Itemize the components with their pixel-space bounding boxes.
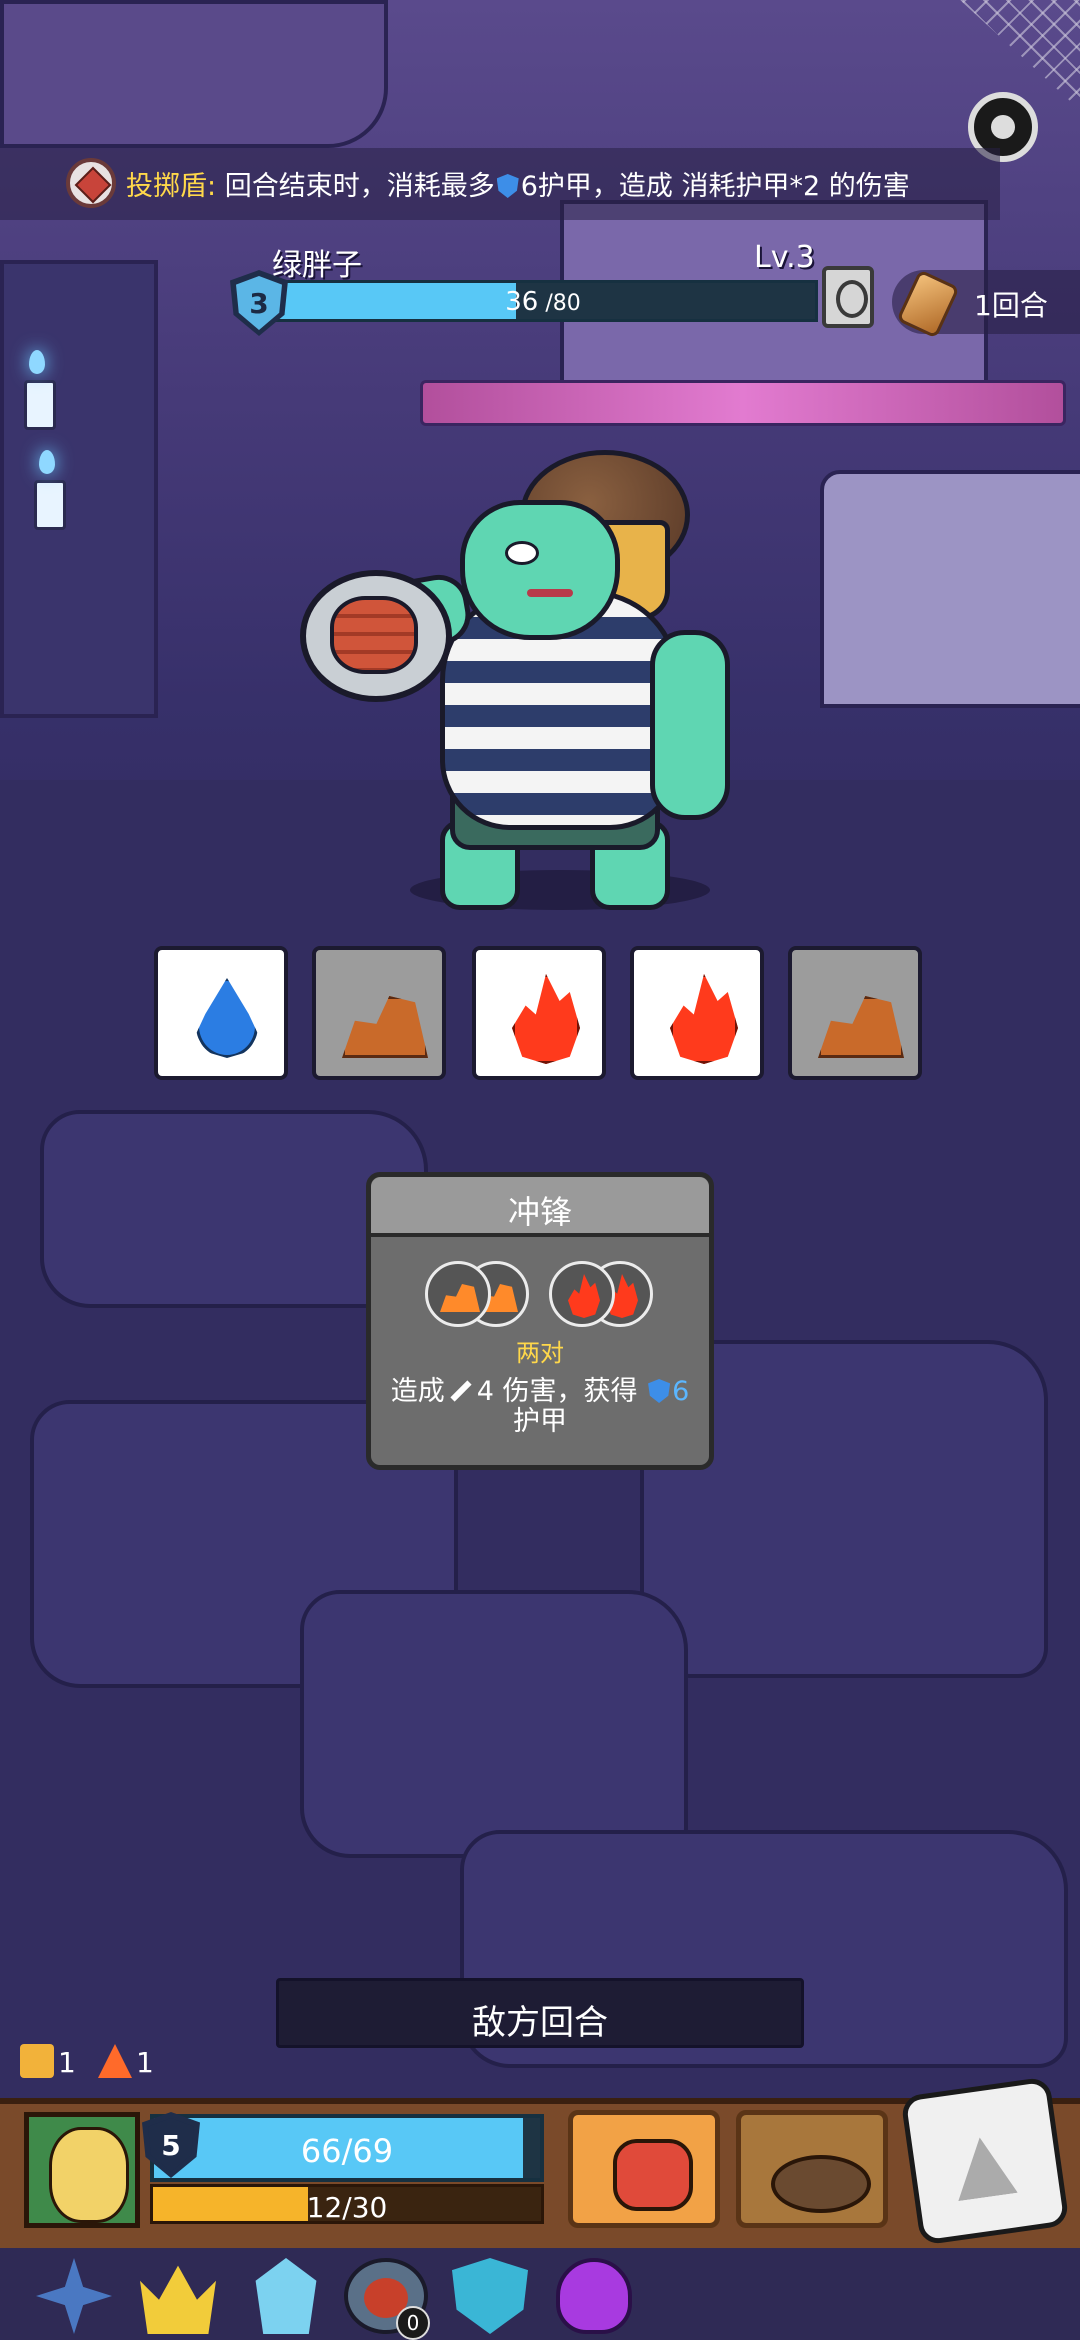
player-avatar[interactable] [24, 2112, 140, 2228]
player-armor-value: 5 [148, 2118, 194, 2172]
enemy-armor-value: 3 [236, 276, 282, 330]
player-hp-bar: 66/69 [150, 2114, 544, 2182]
background-rock [300, 1590, 688, 1858]
enemy-hp-current: 36 [505, 287, 539, 317]
enemy-level: Lv.3 [754, 240, 815, 275]
fire-pair [549, 1261, 659, 1329]
crate-count: 1 [58, 2046, 76, 2079]
enemy-name: 绿胖子 [272, 248, 362, 283]
earth-pair [425, 1261, 535, 1329]
skill-card-punch[interactable] [568, 2110, 720, 2228]
background-arch [0, 0, 388, 148]
intent-desc-mid: 伤害，获得 [493, 1376, 638, 1407]
enemy-die-fire [630, 946, 764, 1080]
enemy-die-earth [788, 946, 922, 1080]
background-pillar [0, 260, 158, 718]
enemy-ability-text: 投掷盾: 回合结束时，消耗最多 6护甲，造成 消耗护甲*2 的伤害 [126, 164, 910, 203]
enemy-die-water [154, 946, 288, 1080]
throw-shield-icon [66, 158, 116, 208]
ability-desc-before: 回合结束时，消耗最多 [216, 171, 495, 202]
intent-card-header: 冲锋 [371, 1177, 709, 1237]
intent-desc-prefix: 造成 [390, 1376, 445, 1407]
monster-head [460, 500, 620, 640]
armor-icon [648, 1379, 671, 1403]
ability-name: 投掷盾 [126, 171, 207, 202]
intent-damage: 4 [476, 1376, 494, 1407]
intent-card-title: 冲锋 [507, 1193, 572, 1231]
enemy-intent-icon[interactable] [822, 266, 874, 328]
enemy-intent-card[interactable]: 冲锋 两对 造成 4 伤害，获得 6 护甲 [366, 1172, 714, 1470]
enemy-die-earth [312, 946, 446, 1080]
fire-icon [670, 974, 738, 1064]
fire-icon [568, 1274, 600, 1318]
enemy-hp-max: /80 [538, 291, 581, 316]
intent-armor-gain: 6 [672, 1376, 690, 1407]
enemy-turn-banner: 敌方回合 [276, 1978, 804, 2048]
fire-ring [549, 1261, 615, 1327]
intent-desc-suffix: 护甲 [513, 1406, 567, 1437]
enemy-hp-text: 36 /80 [271, 287, 815, 317]
intent-description: 造成 4 伤害，获得 6 护甲 [381, 1377, 699, 1437]
flame-count: 1 [136, 2046, 154, 2079]
plate-count-badge: 0 [396, 2306, 430, 2340]
player-xp-text: 12/30 [306, 2191, 388, 2224]
player-hp-text: 66/69 [300, 2132, 394, 2170]
monster-shield-icon [300, 570, 452, 702]
dig-icon [771, 2155, 871, 2213]
earth-rock-icon [342, 996, 428, 1058]
enemy-hp-bar: 36 /80 [268, 280, 818, 322]
player-xp-bar: 12/30 [150, 2184, 544, 2224]
monster-mouth [527, 589, 573, 597]
background-altar [820, 470, 1080, 708]
water-drop-icon [196, 978, 258, 1058]
monster-eye [505, 541, 539, 565]
skill-card-dig[interactable] [736, 2110, 888, 2228]
candle [34, 480, 66, 530]
fire-icon [512, 974, 580, 1064]
earth-rock-icon [818, 996, 904, 1058]
enemy-die-fire [472, 946, 606, 1080]
enemy-monster[interactable] [290, 450, 790, 910]
enemy-turn-text: 敌方回合 [472, 2003, 608, 2043]
monster-arm [650, 630, 730, 820]
armor-icon [496, 174, 519, 198]
fist-icon [613, 2139, 693, 2211]
potion-icon[interactable] [556, 2258, 632, 2334]
candle-flame [29, 350, 45, 374]
sword-icon [450, 1380, 472, 1402]
candle [24, 380, 56, 430]
player-face [49, 2127, 129, 2223]
earth-rock-icon [440, 1284, 480, 1312]
ability-desc-after: 护甲，造成 消耗护甲*2 的伤害 [537, 171, 910, 202]
ability-armor-value: 6 [520, 171, 538, 202]
crate-icon [20, 2044, 54, 2078]
background-glow-strip [420, 380, 1066, 426]
round-text: 1回合 [974, 289, 1048, 322]
intent-condition: 两对 [516, 1339, 564, 1367]
roll-dice-button[interactable] [900, 2076, 1070, 2246]
earth-ring [425, 1261, 491, 1327]
candle-flame [39, 450, 55, 474]
ability-separator: : [207, 171, 217, 202]
